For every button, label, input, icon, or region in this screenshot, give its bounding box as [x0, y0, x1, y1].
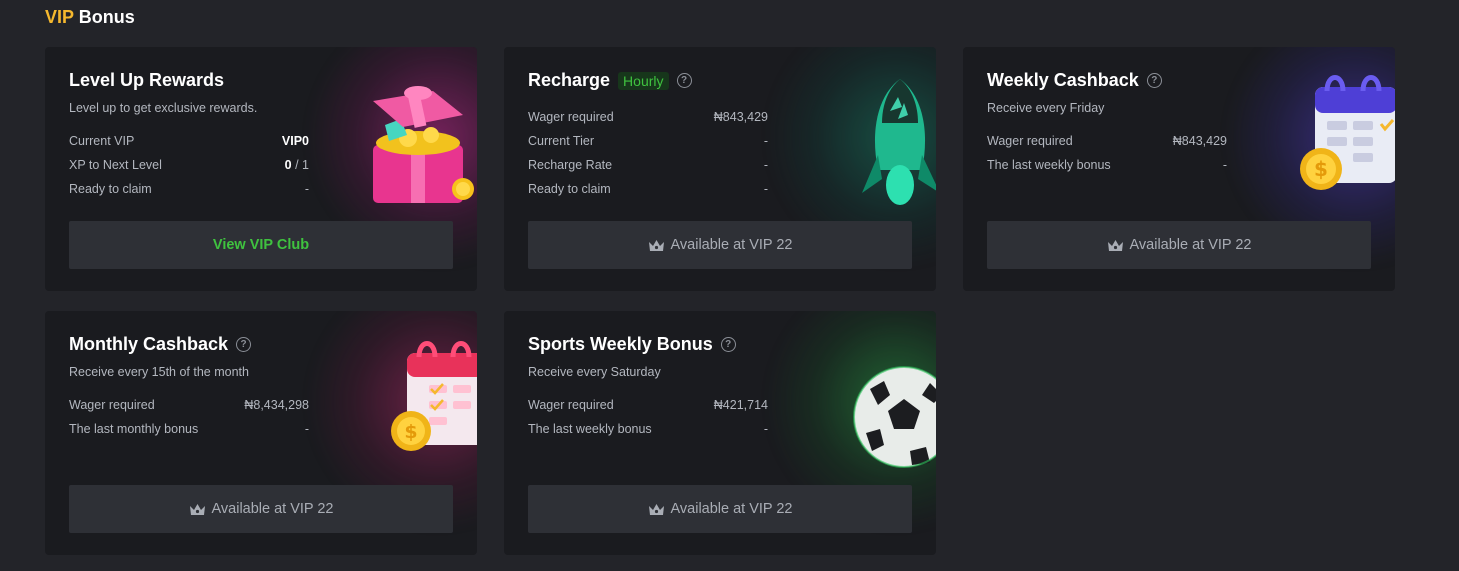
card-title-text: Monthly Cashback — [69, 334, 229, 354]
xp-current: 0 — [284, 158, 292, 172]
row-label: Current Tier — [528, 134, 594, 148]
row-value: - — [763, 134, 768, 148]
button-label: Available at VIP 22 — [670, 501, 793, 517]
info-row: Wager required ₦843,429 — [987, 129, 1227, 153]
available-at-vip-button[interactable]: Available at VIP 22 — [69, 485, 453, 533]
info-row: Current VIP VIP0 — [69, 129, 309, 153]
row-value: - — [763, 422, 768, 436]
card-title-text: Recharge — [528, 70, 611, 90]
row-label: Recharge Rate — [528, 158, 613, 172]
current-vip-value: VIP0 — [281, 134, 309, 148]
row-value: - — [763, 158, 768, 172]
row-label: Ready to claim — [528, 182, 611, 196]
page-title: VIP Bonus — [45, 7, 135, 28]
question-circle-icon[interactable]: ? — [1146, 73, 1162, 88]
card-info-rows: Current VIP VIP0 XP to Next Level 0 / 1 … — [69, 129, 309, 201]
info-row: Wager required ₦843,429 — [528, 105, 768, 129]
row-label: Wager required — [987, 134, 1073, 148]
row-value: ₦421,714 — [713, 398, 768, 412]
row-value: ₦843,429 — [713, 110, 768, 124]
button-label: Available at VIP 22 — [211, 501, 334, 517]
card-title: Weekly Cashback ? — [987, 70, 1162, 91]
row-value: - — [304, 422, 309, 436]
info-row: Ready to claim - — [69, 177, 309, 201]
svg-text:$: $ — [404, 421, 417, 443]
crown-icon — [189, 503, 205, 515]
question-circle-icon[interactable]: ? — [720, 337, 736, 352]
soccer-ball-illustration — [853, 366, 936, 468]
card-monthly-cashback: $ Monthly Cashback ? Receive every 15th … — [45, 311, 477, 555]
info-row: Wager required ₦8,434,298 — [69, 393, 309, 417]
button-label: Available at VIP 22 — [670, 237, 793, 253]
card-subtitle: Receive every Friday — [987, 101, 1105, 115]
svg-text:$: $ — [1314, 157, 1328, 181]
row-value: ₦843,429 — [1172, 134, 1227, 148]
card-level-up-rewards: Level Up Rewards Level up to get exclusi… — [45, 47, 477, 291]
card-info-rows: Wager required ₦843,429 The last weekly … — [987, 129, 1227, 177]
row-value: - — [304, 182, 309, 196]
card-sports-weekly-bonus: Sports Weekly Bonus ? Receive every Satu… — [504, 311, 936, 555]
card-recharge: Recharge Hourly ? Wager required ₦843,42… — [504, 47, 936, 291]
info-row: Current Tier - — [528, 129, 768, 153]
info-row: XP to Next Level 0 / 1 — [69, 153, 309, 177]
button-label: View VIP Club — [212, 237, 310, 253]
view-vip-club-button[interactable]: View VIP Club — [69, 221, 453, 269]
card-info-rows: Wager required ₦843,429 Current Tier - R… — [528, 105, 768, 201]
row-value: - — [1222, 158, 1227, 172]
rocket-illustration — [862, 79, 936, 205]
row-label: The last weekly bonus — [987, 158, 1111, 172]
button-label: Available at VIP 22 — [1129, 237, 1252, 253]
info-row: Wager required ₦421,714 — [528, 393, 768, 417]
card-title: Sports Weekly Bonus ? — [528, 334, 736, 355]
row-value: - — [763, 182, 768, 196]
card-title-text: Weekly Cashback — [987, 70, 1139, 90]
info-row: Ready to claim - — [528, 177, 768, 201]
calendar-coin-illustration: $ — [391, 341, 477, 451]
card-title: Monthly Cashback ? — [69, 334, 252, 355]
row-label: Current VIP — [69, 134, 135, 148]
row-label: Wager required — [528, 110, 614, 124]
xp-total: / 1 — [291, 158, 309, 172]
gift-box-illustration — [373, 86, 474, 203]
card-title-text: Sports Weekly Bonus — [528, 334, 713, 354]
question-circle-icon[interactable]: ? — [236, 337, 252, 352]
card-info-rows: Wager required ₦8,434,298 The last month… — [69, 393, 309, 441]
row-label: Wager required — [528, 398, 614, 412]
crown-icon — [648, 239, 664, 251]
hourly-badge: Hourly — [618, 71, 669, 90]
info-row: The last weekly bonus - — [528, 417, 768, 441]
card-info-rows: Wager required ₦421,714 The last weekly … — [528, 393, 768, 441]
row-label: Ready to claim — [69, 182, 152, 196]
card-title: Level Up Rewards — [69, 70, 224, 91]
info-row: The last weekly bonus - — [987, 153, 1227, 177]
card-title: Recharge Hourly ? — [528, 70, 692, 91]
row-label: The last weekly bonus — [528, 422, 652, 436]
row-value: ₦8,434,298 — [244, 398, 309, 412]
card-subtitle: Level up to get exclusive rewards. — [69, 101, 258, 115]
question-circle-icon[interactable]: ? — [676, 73, 692, 88]
page-title-bonus: Bonus — [78, 7, 135, 27]
xp-value: 0 / 1 — [285, 158, 309, 172]
row-label: XP to Next Level — [69, 158, 162, 172]
card-weekly-cashback: $ Weekly Cashback ? Receive every Friday… — [963, 47, 1395, 291]
available-at-vip-button[interactable]: Available at VIP 22 — [987, 221, 1371, 269]
row-label: Wager required — [69, 398, 155, 412]
calendar-coin-illustration: $ — [1300, 75, 1395, 190]
page-title-vip: VIP — [45, 7, 74, 27]
available-at-vip-button[interactable]: Available at VIP 22 — [528, 485, 912, 533]
row-label: The last monthly bonus — [69, 422, 199, 436]
card-subtitle: Receive every 15th of the month — [69, 365, 249, 379]
info-row: The last monthly bonus - — [69, 417, 309, 441]
crown-icon — [648, 503, 664, 515]
card-title-text: Level Up Rewards — [69, 70, 225, 90]
card-subtitle: Receive every Saturday — [528, 365, 661, 379]
available-at-vip-button[interactable]: Available at VIP 22 — [528, 221, 912, 269]
info-row: Recharge Rate - — [528, 153, 768, 177]
crown-icon — [1107, 239, 1123, 251]
